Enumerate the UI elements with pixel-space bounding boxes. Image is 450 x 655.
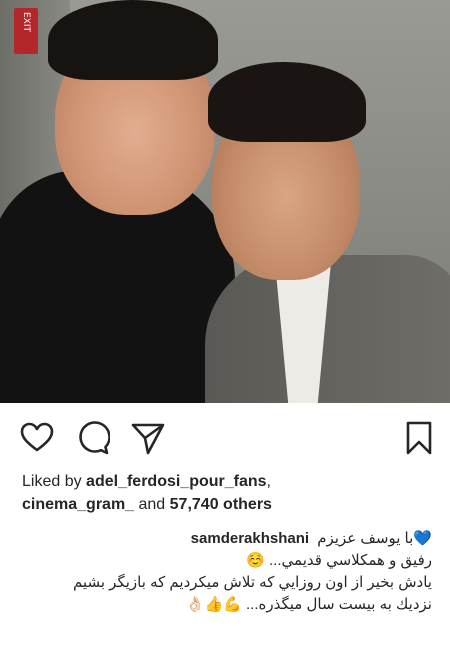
caption-line-3: يادش بخير از اون روزايي كه تلاش ميكرديم … xyxy=(72,574,432,591)
likes-summary: Liked by adel_ferdosi_pour_fans, cinema_… xyxy=(22,470,432,516)
likes-prefix: Liked by xyxy=(22,473,87,490)
instagram-post: EXIT Liked by adel_ferdosi_pour_fans, ci… xyxy=(0,0,450,655)
post-caption: samderakhshani با يوسف عزيزم💙 رفيق و همك… xyxy=(20,528,432,616)
person-left-hair xyxy=(48,0,218,80)
bookmark-icon[interactable] xyxy=(402,421,436,455)
action-bar xyxy=(0,403,450,465)
liker-link-1[interactable]: adel_ferdosi_pour_fans xyxy=(86,473,267,490)
likes-and: and xyxy=(134,496,170,513)
caption-line-4: نزديك به بيست سال ميگذره... 💪👍👌🏻 xyxy=(185,596,432,613)
caption-text-1: با يوسف عزيزم💙 xyxy=(317,530,432,547)
caption-line-1: samderakhshani با يوسف عزيزم💙 xyxy=(20,528,432,550)
heart-outline-icon[interactable] xyxy=(20,421,54,455)
likes-separator: , xyxy=(266,473,271,490)
paper-plane-icon[interactable] xyxy=(131,421,165,455)
caption-username[interactable]: samderakhshani xyxy=(191,530,309,547)
caption-line-2: رفيق و همكلاسي قديمي... ☺️ xyxy=(246,552,432,569)
comment-bubble-icon[interactable] xyxy=(76,421,111,455)
person-right-hair xyxy=(208,62,366,142)
exit-sign-text: EXIT xyxy=(21,12,31,33)
liker-link-2[interactable]: cinema_gram_ xyxy=(22,496,134,513)
likes-others-link[interactable]: 57,740 others xyxy=(170,496,272,513)
post-photo[interactable]: EXIT xyxy=(0,0,450,403)
exit-sign: EXIT xyxy=(14,8,38,54)
